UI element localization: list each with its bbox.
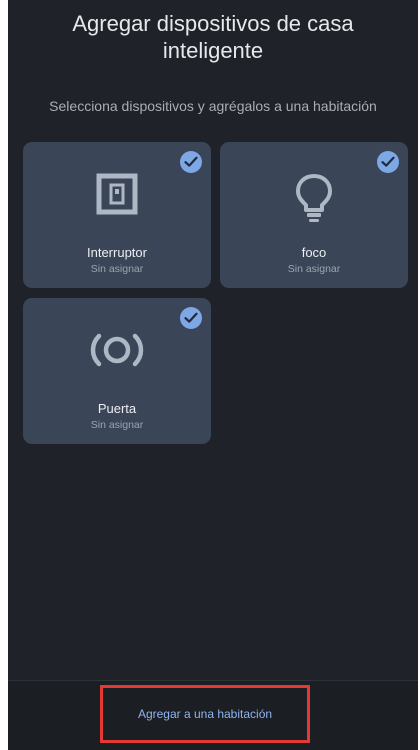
page-subtitle: Selecciona dispositivos y agrégalos a un… (49, 98, 377, 114)
device-status: Sin asignar (90, 263, 144, 275)
app-screen: Agregar dispositivos de casa inteligente… (8, 0, 418, 750)
add-to-room-button[interactable]: Agregar a una habitación (100, 685, 310, 743)
page-title: Agregar dispositivos de casa inteligente (8, 10, 418, 64)
device-card-foco[interactable]: foco Sin asignar (220, 142, 408, 288)
switch-icon (23, 172, 211, 236)
page-title-line-2: inteligente (162, 38, 264, 63)
checkmark-icon (180, 307, 202, 329)
device-status: Sin asignar (90, 419, 144, 431)
device-card-interruptor[interactable]: Interruptor Sin asignar (23, 142, 211, 288)
light-bulb-icon (220, 172, 408, 236)
checkmark-icon (377, 151, 399, 173)
broadcast-sensor-icon (23, 328, 211, 392)
device-card-puerta[interactable]: Puerta Sin asignar (23, 298, 211, 444)
checkmark-icon (180, 151, 202, 173)
device-name: Puerta (97, 401, 137, 416)
device-name: foco (301, 245, 327, 260)
device-name: Interruptor (87, 245, 147, 260)
page-title-line-1: Agregar dispositivos de casa (72, 11, 354, 36)
bottom-action-bar: Agregar a una habitación (8, 680, 418, 750)
device-status: Sin asignar (287, 263, 341, 275)
